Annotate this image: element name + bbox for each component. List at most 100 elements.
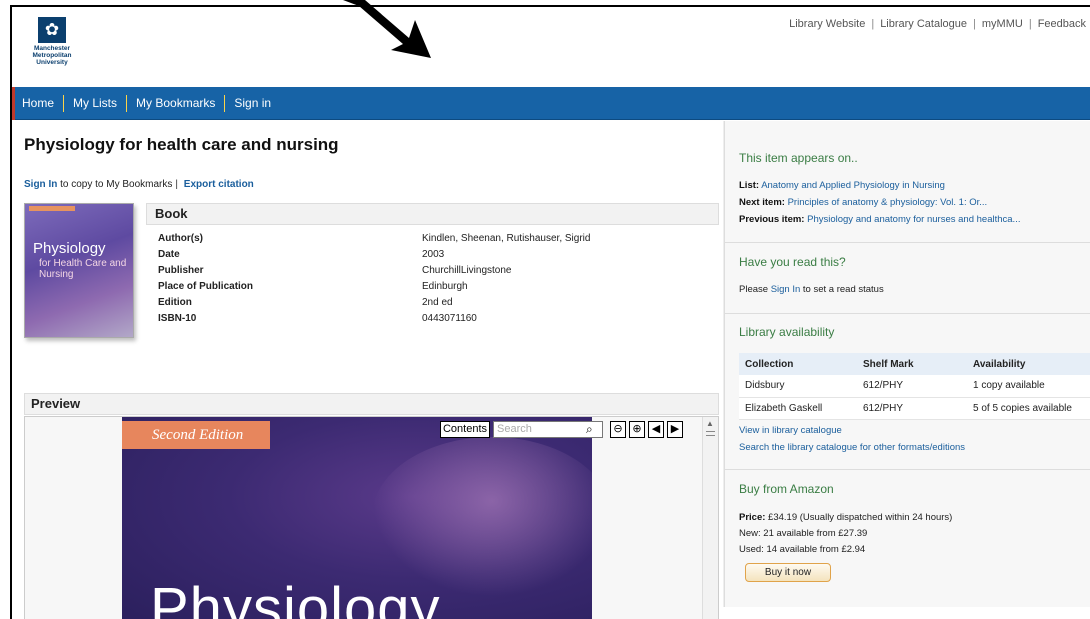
viewer-scrollbar[interactable]: ▲: [702, 417, 718, 619]
view-catalogue-link[interactable]: View in library catalogue: [739, 425, 842, 436]
appears-on-heading: This item appears on..: [739, 151, 858, 165]
book-cover-thumbnail[interactable]: Physiology for Health Care and Nursing: [24, 203, 134, 338]
meta-key: Publisher: [158, 265, 204, 276]
amazon-heading: Buy from Amazon: [739, 482, 834, 496]
read-suffix: to set a read status: [802, 284, 884, 295]
sign-in-link[interactable]: Sign In: [24, 179, 57, 190]
meta-key: Author(s): [158, 233, 203, 244]
library-catalogue-link[interactable]: Library Catalogue: [880, 18, 967, 30]
column-header: Collection: [739, 353, 857, 375]
cell-shelf-mark: 612/PHY: [857, 375, 967, 398]
read-sign-in-link[interactable]: Sign In: [771, 284, 801, 295]
top-link-separator: |: [1028, 18, 1032, 30]
read-status-heading: Have you read this?: [739, 255, 846, 269]
preview-cover-title: Physiology: [150, 576, 441, 619]
mymmu-link[interactable]: myMMU: [982, 18, 1023, 30]
cover-thumb-subtitle: for Health Care and Nursing: [39, 258, 127, 280]
new-offers-text: New: 21 available from £27.39: [739, 528, 868, 539]
table-header-row: Collection Shelf Mark Availability: [739, 353, 1090, 375]
previous-page-icon[interactable]: ◀: [648, 421, 664, 438]
list-line: List: Anatomy and Applied Physiology in …: [739, 180, 945, 191]
sidebar: This item appears on.. List: Anatomy and…: [724, 121, 1090, 607]
top-link-separator: |: [871, 18, 875, 30]
logo-line-3: University: [36, 59, 68, 66]
meta-row-authors: Author(s) Kindlen, Sheenan, Rutishauser,…: [146, 231, 719, 247]
read-prefix: Please: [739, 284, 769, 295]
availability-table: Collection Shelf Mark Availability Didsb…: [739, 353, 1090, 420]
meta-value: 2003: [422, 249, 445, 260]
cell-collection: Didsbury: [739, 375, 857, 398]
view-catalogue-line: View in library catalogue: [739, 425, 842, 436]
logo-line-2: Metropolitan: [32, 52, 72, 59]
section-divider: [725, 242, 1090, 243]
used-offers-text: Used: 14 available from £2.94: [739, 544, 866, 555]
nav-my-bookmarks[interactable]: My Bookmarks: [127, 87, 224, 120]
preview-cover-image: Second Edition Physiology: [122, 417, 592, 619]
previous-item-line: Previous item: Physiology and anatomy fo…: [739, 214, 1020, 225]
zoom-out-icon[interactable]: ⊖: [610, 421, 626, 438]
nav-home[interactable]: Home: [12, 87, 63, 120]
availability-heading: Library availability: [739, 325, 835, 339]
meta-key: Date: [158, 249, 180, 260]
list-link[interactable]: Anatomy and Applied Physiology in Nursin…: [761, 180, 945, 191]
search-icon[interactable]: ⌕: [586, 422, 593, 437]
price-line: Price: £34.19 (Usually dispatched within…: [739, 512, 952, 523]
preview-heading: Preview: [24, 393, 719, 415]
contents-button[interactable]: Contents: [440, 421, 490, 438]
copy-text: to copy to My Bookmarks: [60, 179, 173, 190]
cover-band: [29, 206, 75, 211]
book-preview-viewer[interactable]: Second Edition Physiology Contents Searc…: [24, 416, 719, 619]
table-row: Didsbury 612/PHY 1 copy available: [739, 375, 1090, 398]
section-divider: [725, 469, 1090, 470]
meta-row-isbn: ISBN-10 0443071160: [146, 311, 719, 327]
meta-key: ISBN-10: [158, 313, 197, 324]
feedback-link[interactable]: Feedback: [1038, 18, 1086, 30]
sidebar-panel: This item appears on.. List: Anatomy and…: [725, 121, 1090, 607]
meta-key: Place of Publication: [158, 281, 254, 292]
next-item-link[interactable]: Principles of anatomy & physiology: Vol.…: [788, 197, 988, 208]
meta-value: Kindlen, Sheenan, Rutishauser, Sigrid: [422, 233, 591, 244]
item-actions: Sign In to copy to My Bookmarks | Export …: [24, 179, 254, 190]
next-page-icon[interactable]: ▶: [667, 421, 683, 438]
zoom-in-icon[interactable]: ⊕: [629, 421, 645, 438]
meta-value: 0443071160: [422, 313, 477, 324]
site-header: ✿ Manchester Metropolitan University Lib…: [12, 7, 1090, 87]
library-website-link[interactable]: Library Website: [789, 18, 865, 30]
export-citation-link[interactable]: Export citation: [184, 179, 254, 190]
logo-emblem-icon: ✿: [38, 17, 66, 43]
nav-my-lists[interactable]: My Lists: [64, 87, 126, 120]
main-content: Physiology for health care and nursing S…: [12, 121, 724, 619]
search-catalogue-line: Search the library catalogue for other f…: [739, 442, 965, 453]
meta-value: 2nd ed: [422, 297, 453, 308]
scroll-thumb[interactable]: [706, 431, 715, 436]
meta-row-place: Place of Publication Edinburgh: [146, 279, 719, 295]
price-value: £34.19 (Usually dispatched within 24 hou…: [768, 512, 953, 523]
action-separator: |: [175, 179, 178, 190]
meta-row-date: Date 2003: [146, 247, 719, 263]
list-label: List:: [739, 180, 760, 191]
cover-thumb-title: Physiology: [33, 240, 106, 257]
page-title: Physiology for health care and nursing: [24, 135, 339, 154]
previous-item-link[interactable]: Physiology and anatomy for nurses and he…: [807, 214, 1020, 225]
book-details: Book Author(s) Kindlen, Sheenan, Rutisha…: [146, 203, 719, 327]
buy-it-now-button[interactable]: Buy it now: [745, 563, 831, 582]
scroll-up-icon[interactable]: ▲: [706, 419, 714, 428]
table-row: Elizabeth Gaskell 612/PHY 5 of 5 copies …: [739, 397, 1090, 420]
price-label: Price:: [739, 512, 766, 523]
university-logo[interactable]: ✿ Manchester Metropolitan University: [22, 17, 82, 66]
read-status-line: Please Sign In to set a read status: [739, 284, 884, 295]
next-item-line: Next item: Principles of anatomy & physi…: [739, 197, 987, 208]
search-catalogue-link[interactable]: Search the library catalogue for other f…: [739, 442, 965, 453]
nav-sign-in[interactable]: Sign in: [225, 87, 280, 120]
book-heading: Book: [146, 203, 719, 225]
cell-collection: Elizabeth Gaskell: [739, 397, 857, 420]
section-divider: [725, 313, 1090, 314]
cell-availability: 5 of 5 copies available: [967, 397, 1090, 420]
next-item-label: Next item:: [739, 197, 785, 208]
edition-band: Second Edition: [122, 421, 270, 449]
previous-item-label: Previous item:: [739, 214, 805, 225]
cell-shelf-mark: 612/PHY: [857, 397, 967, 420]
top-links: Library Website | Library Catalogue | myMMU |…: [789, 18, 1086, 30]
meta-row-publisher: Publisher ChurchillLivingstone: [146, 263, 719, 279]
meta-value: Edinburgh: [422, 281, 468, 292]
